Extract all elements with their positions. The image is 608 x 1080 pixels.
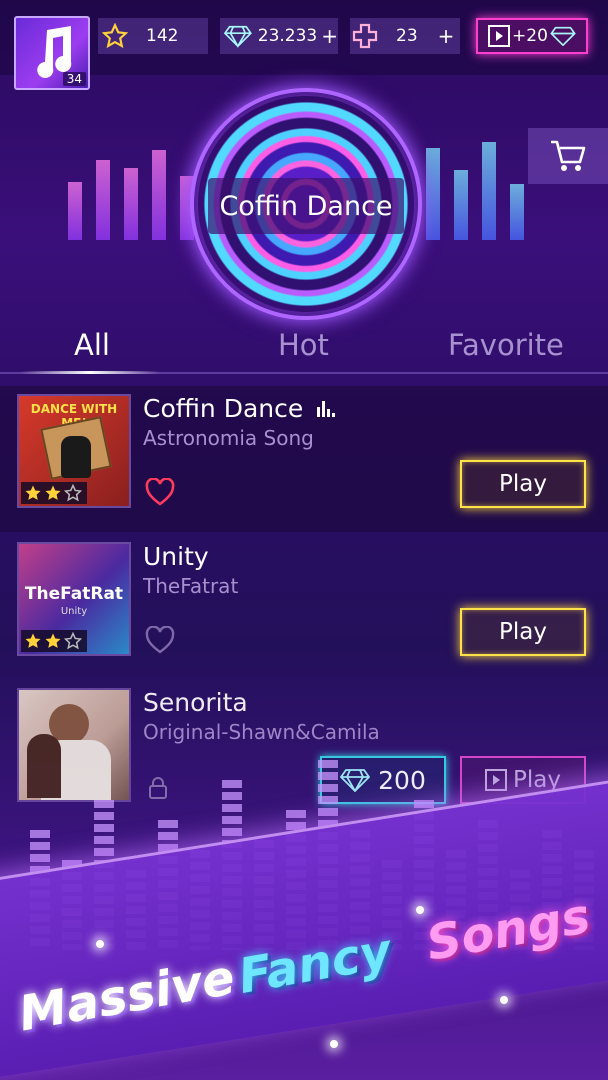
cart-icon	[551, 140, 586, 171]
sparkle-decoration	[330, 1040, 338, 1048]
sparkle-decoration	[416, 906, 424, 914]
tab-hot[interactable]: Hot	[278, 328, 329, 362]
song-artist: TheFatrat	[143, 574, 239, 598]
music-note-icon	[37, 26, 72, 78]
star-icon	[45, 633, 61, 648]
tab-all[interactable]: All	[74, 328, 110, 362]
star-icon	[25, 633, 41, 648]
tab-favorite[interactable]: Favorite	[448, 328, 564, 362]
play-button[interactable]: Play	[460, 460, 586, 508]
heart-icon[interactable]	[145, 478, 175, 506]
star-empty-icon	[64, 632, 82, 650]
sparkle-decoration	[500, 996, 508, 1004]
lives-value: 23	[396, 26, 418, 46]
level-badge: 34	[62, 72, 86, 86]
song-cover: DANCE WITH ME!	[17, 394, 131, 508]
star-icon	[25, 485, 41, 500]
song-cover: TheFatRat Unity	[17, 542, 131, 656]
song-row[interactable]: DANCE WITH ME! Coffin Dance Astronomia S…	[0, 386, 608, 532]
song-artist: Original-Shawn&Camila	[143, 720, 380, 744]
song-title: Senorita	[143, 688, 248, 717]
profile-avatar[interactable]: 34	[14, 16, 90, 90]
diamond-icon	[224, 25, 252, 48]
star-icon	[45, 485, 61, 500]
equalizer-icon	[317, 401, 336, 417]
now-playing-title: Coffin Dance	[208, 178, 404, 234]
diamond-icon	[550, 26, 576, 46]
ad-reward-value: +20	[512, 26, 548, 46]
play-button[interactable]: Play	[460, 608, 586, 656]
heart-icon[interactable]	[145, 626, 175, 654]
song-stars	[21, 630, 87, 652]
stars-counter: 142	[98, 18, 208, 54]
lives-add-button[interactable]: +	[438, 24, 455, 48]
promo-word-fancy: Fancy	[234, 923, 396, 1005]
active-tab-indicator	[20, 371, 160, 374]
song-title: Coffin Dance	[143, 394, 336, 423]
lives-counter[interactable]: 23 +	[350, 18, 460, 54]
watch-ad-reward-button[interactable]: +20	[476, 18, 588, 54]
gems-value: 23.233	[257, 26, 318, 46]
star-empty-icon	[64, 484, 82, 502]
sparkle-decoration	[96, 940, 104, 948]
shop-button[interactable]	[528, 128, 608, 184]
song-title: Unity	[143, 542, 209, 571]
song-stars	[21, 482, 87, 504]
song-title-text: Coffin Dance	[143, 394, 304, 423]
song-artist: Astronomia Song	[143, 426, 314, 450]
song-row[interactable]: TheFatRat Unity Unity TheFatrat Play	[0, 534, 608, 680]
heart-cross-icon	[352, 23, 378, 49]
video-icon	[488, 25, 511, 47]
promo-slogan: Massive Fancy Songs	[15, 888, 598, 1042]
star-icon	[102, 23, 128, 49]
stars-value: 142	[146, 26, 179, 46]
gems-counter[interactable]: 23.233 +	[220, 18, 338, 54]
cover-subtitle: Unity	[60, 606, 88, 617]
cover-title: TheFatRat	[24, 584, 124, 604]
gems-add-button[interactable]: +	[321, 24, 338, 48]
